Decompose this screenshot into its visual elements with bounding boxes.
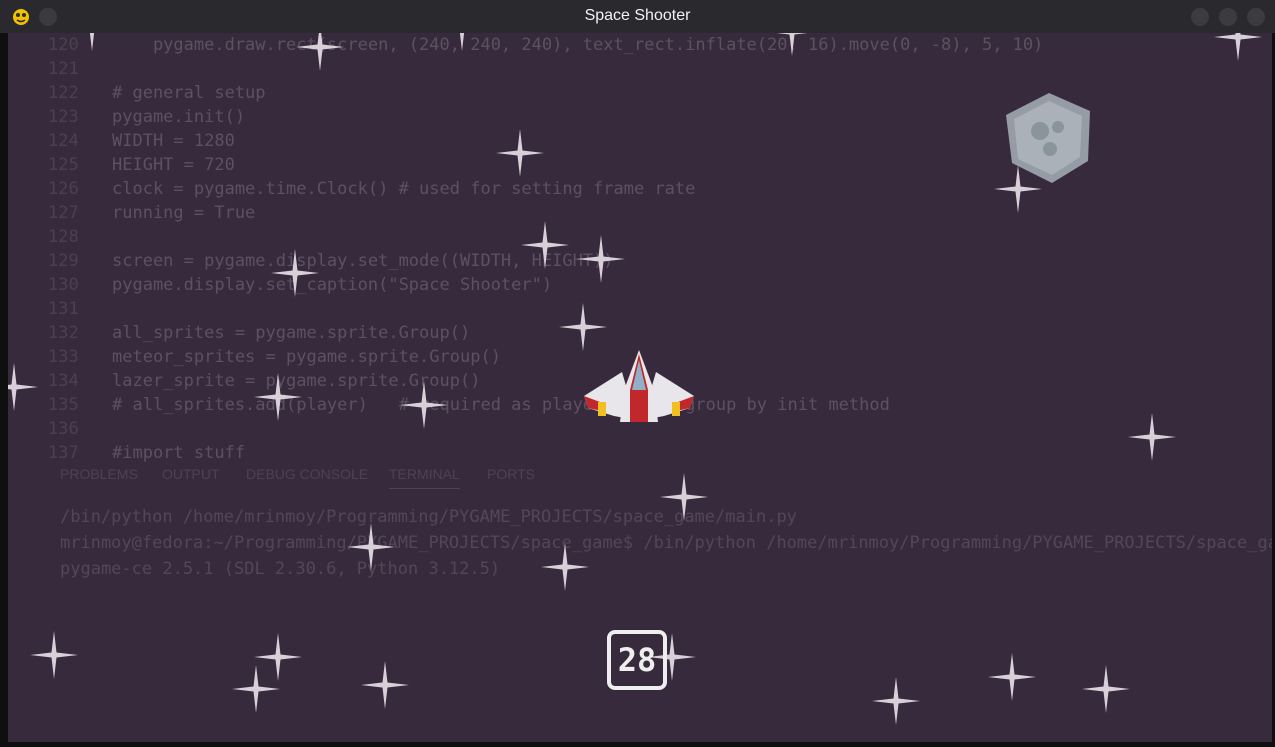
line-number: 136: [48, 419, 79, 439]
star-icon: [361, 661, 409, 709]
line-number: 122: [48, 83, 79, 103]
minimize-icon[interactable]: [1191, 8, 1209, 26]
window-titlebar: Space Shooter: [0, 0, 1275, 33]
window-border-left: [0, 33, 8, 747]
code-line: 136: [48, 419, 112, 443]
line-number: 124: [48, 131, 79, 151]
code-line: 124 WIDTH = 1280: [48, 131, 235, 155]
score-counter: 28: [607, 630, 667, 690]
star-icon: [89, 33, 95, 51]
code-line: 132 all_sprites = pygame.sprite.Group(): [48, 323, 470, 347]
code-line: 123 pygame.init(): [48, 107, 245, 131]
tab-problems: PROBLEMS: [60, 466, 138, 482]
star-icon: [559, 303, 607, 351]
star-icon: [232, 665, 280, 713]
meteor-icon: [1006, 93, 1090, 183]
star-icon: [988, 653, 1036, 701]
code-line: 128: [48, 227, 112, 251]
line-number: 126: [48, 179, 79, 199]
window-border-bottom: [0, 742, 1275, 747]
code-text: # general setup: [112, 83, 266, 103]
star-icon: [1214, 33, 1262, 61]
window-title: Space Shooter: [584, 7, 691, 24]
line-number: 130: [48, 275, 79, 295]
tab-output: OUTPUT: [162, 466, 220, 482]
code-line: 131: [48, 299, 112, 323]
terminal-line: pygame-ce 2.5.1 (SDL 2.30.6, Python 3.12…: [60, 559, 501, 579]
code-line: 127 running = True: [48, 203, 255, 227]
code-text: pygame.display.set_caption("Space Shoote…: [112, 275, 553, 295]
tab-ports: PORTS: [487, 466, 535, 482]
tab-debug-console: DEBUG CONSOLE: [246, 466, 369, 482]
terminal-line: mrinmoy@fedora:~/Programming/PYGAME_PROJ…: [60, 533, 1272, 553]
line-number: 131: [48, 299, 79, 319]
code-line: 126 clock = pygame.time.Clock() # used fo…: [48, 179, 695, 203]
star-icon: [8, 363, 38, 411]
code-text: WIDTH = 1280: [112, 131, 235, 151]
code-line: 121: [48, 59, 112, 83]
star-icon: [1128, 413, 1176, 461]
code-line: 135 # all_sprites.add(player) # required …: [48, 395, 890, 419]
line-number: 134: [48, 371, 79, 391]
line-number: 135: [48, 395, 79, 415]
star-icon: [541, 543, 589, 591]
line-number: 137: [48, 443, 79, 463]
close-icon[interactable]: [1247, 8, 1265, 26]
maximize-icon[interactable]: [1219, 8, 1237, 26]
line-number: 132: [48, 323, 79, 343]
star-icon: [660, 473, 708, 521]
code-text: #import stuff: [112, 443, 246, 463]
line-number: 127: [48, 203, 79, 223]
game-canvas[interactable]: 120 pygame.draw.rect(screen, (240, 240, …: [8, 33, 1272, 742]
code-line: 133 meteor_sprites = pygame.sprite.Group(…: [48, 347, 501, 371]
code-text: pygame.draw.rect(screen, (240, 240, 240)…: [112, 35, 1044, 55]
star-icon: [521, 221, 569, 269]
code-text: meteor_sprites = pygame.sprite.Group(): [112, 347, 501, 367]
code-text: HEIGHT = 720: [112, 155, 235, 175]
code-text: # all_sprites.add(player) # required as …: [112, 395, 890, 415]
code-line: 125 HEIGHT = 720: [48, 155, 235, 179]
code-line: 120 pygame.draw.rect(screen, (240, 240, …: [48, 35, 1043, 59]
star-icon: [400, 381, 448, 429]
star-icon: [347, 523, 395, 571]
code-text: running = True: [112, 203, 256, 223]
star-icon: [459, 33, 465, 51]
code-line: 137 #import stuff: [48, 443, 245, 467]
code-text: all_sprites = pygame.sprite.Group(): [112, 323, 471, 343]
star-icon: [296, 33, 344, 71]
code-line: 122 # general setup: [48, 83, 266, 107]
star-icon: [872, 677, 920, 725]
code-text: pygame.init(): [112, 107, 246, 127]
line-number: 123: [48, 107, 79, 127]
star-icon: [776, 33, 808, 56]
line-number: 128: [48, 227, 79, 247]
star-icon: [496, 129, 544, 177]
line-number: 129: [48, 251, 79, 271]
line-number: 121: [48, 59, 79, 79]
tab-terminal: TERMINAL: [389, 466, 460, 489]
star-icon: [30, 631, 78, 679]
code-text: clock = pygame.time.Clock() # used for s…: [112, 179, 696, 199]
star-icon: [271, 249, 319, 297]
player-ship-icon: [584, 350, 694, 422]
line-number: 133: [48, 347, 79, 367]
star-icon: [1082, 665, 1130, 713]
star-icon: [254, 373, 302, 421]
line-number: 125: [48, 155, 79, 175]
star-icon: [577, 235, 625, 283]
